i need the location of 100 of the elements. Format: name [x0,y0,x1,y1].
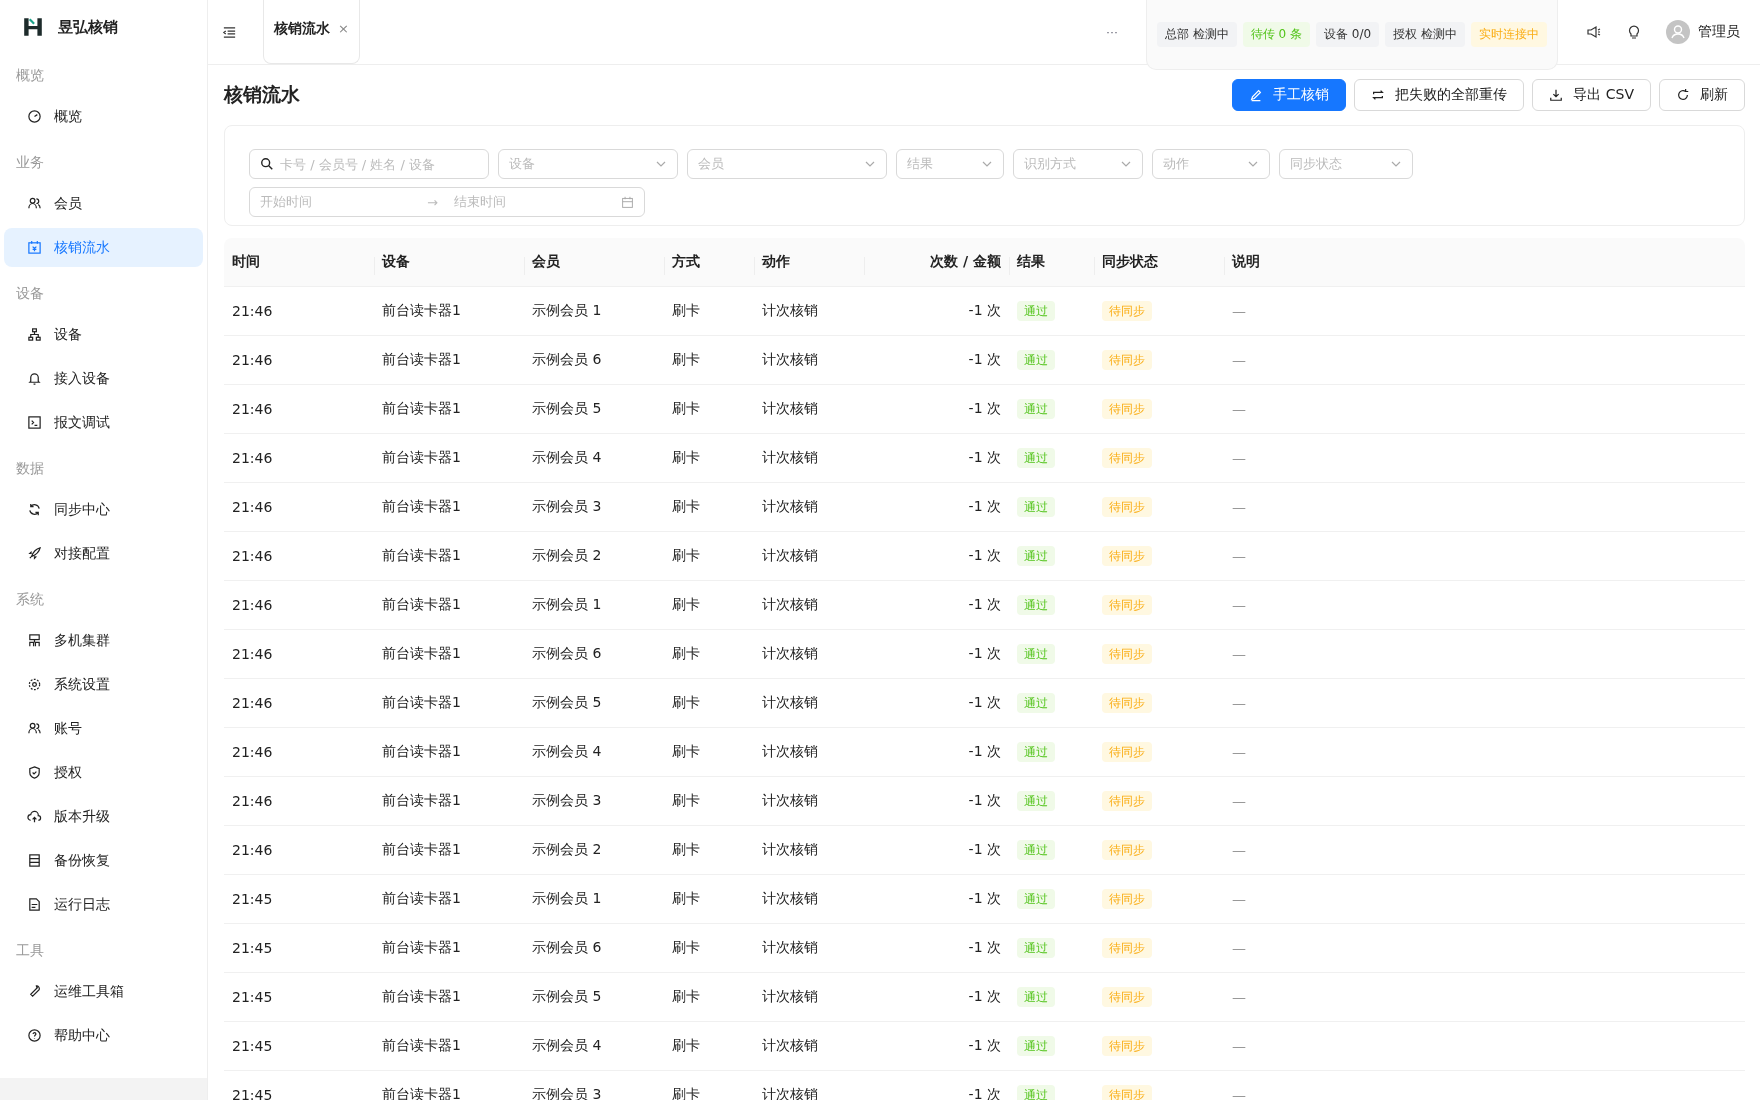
result-tag: 通过 [1017,595,1055,615]
table-cell: 示例会员 1 [532,890,602,906]
nav-item[interactable]: 授权 [4,753,203,792]
action-button[interactable]: 把失败的全部重传 [1354,79,1525,111]
close-icon[interactable]: × [338,21,349,36]
result-tag: 通过 [1017,546,1055,566]
table-cell: 刷卡 [672,645,700,661]
table-cell: 前台读卡器1 [382,351,461,367]
search-field[interactable]: 卡号 / 会员号 / 姓名 / 设备 [249,149,489,179]
result-tag: 通过 [1017,840,1055,860]
result-tag: 通过 [1017,1036,1055,1056]
table-cell: -1 次 [968,890,1001,906]
table-cell: 刷卡 [672,1037,700,1053]
table-cell: — [1232,450,1246,466]
sync-icon [27,502,42,517]
lightbulb-icon[interactable] [1626,24,1642,40]
user-name[interactable]: 管理员 [1698,23,1740,41]
nav-item[interactable]: 运行日志 [4,885,203,924]
table-cell: 刷卡 [672,792,700,808]
table-cell: 前台读卡器1 [382,400,461,416]
table-cell: 示例会员 6 [532,645,602,661]
table-cell: 计次核销 [762,694,818,710]
table-cell: 前台读卡器1 [382,1037,461,1053]
result-tag: 通过 [1017,399,1055,419]
table-cell: 刷卡 [672,302,700,318]
table-cell: 21:46 [232,450,273,466]
sync-status-tag: 待同步 [1102,399,1152,419]
table-cell: -1 次 [968,449,1001,465]
nav-item[interactable]: 同步中心 [4,490,203,529]
nav-item[interactable]: 核销流水 [4,228,203,267]
table-cell: 示例会员 3 [532,498,602,514]
nav-item[interactable]: 概览 [4,97,203,136]
settings-icon [27,677,42,692]
table-cell: -1 次 [968,400,1001,416]
action-button[interactable]: 导出 CSV [1532,79,1651,111]
sync-status-tag: 待同步 [1102,693,1152,713]
sync-status-tag: 待同步 [1102,497,1152,517]
table-cell: 21:45 [232,940,273,956]
nav-item[interactable]: 报文调试 [4,403,203,442]
menu-icon[interactable] [222,24,237,40]
nav-item[interactable]: 版本升级 [4,797,203,836]
table-cell: 前台读卡器1 [382,988,461,1004]
table-cell: 示例会员 5 [532,400,602,416]
table-cell: 21:46 [232,303,273,319]
table-cell: 21:46 [232,842,273,858]
sync-status-tag: 待同步 [1102,889,1152,909]
table-cell: — [1232,352,1246,368]
table-cell: 示例会员 6 [532,351,602,367]
table-cell: 示例会员 5 [532,694,602,710]
gauge-icon [27,109,42,124]
table-cell: 示例会员 6 [532,939,602,955]
status-chip: 授权 检测中 [1385,22,1465,47]
sync-status-tag: 待同步 [1102,546,1152,566]
nav-item[interactable]: 对接配置 [4,534,203,573]
table-cell: 计次核销 [762,596,818,612]
nav-item[interactable]: 会员 [4,184,203,223]
table-cell: 计次核销 [762,1037,818,1053]
table-cell: 计次核销 [762,351,818,367]
speaker-icon[interactable] [1586,24,1602,40]
table-cell: 计次核销 [762,645,818,661]
table-cell: 前台读卡器1 [382,890,461,906]
rocket-icon [27,546,42,561]
table-cell: 示例会员 4 [532,743,602,759]
page-tab[interactable]: 核销流水 × [263,0,360,64]
nav-item[interactable]: 帮助中心 [4,1016,203,1055]
nav-item[interactable]: 接入设备 [4,359,203,398]
result-tag: 通过 [1017,742,1055,762]
table-cell: 21:46 [232,352,273,368]
table-cell: 21:46 [232,548,273,564]
table-cell: 21:46 [232,793,273,809]
table-cell: 前台读卡器1 [382,449,461,465]
nav-group-title: 概览 [15,66,45,85]
table-cell: 21:46 [232,499,273,515]
table-cell: 计次核销 [762,547,818,563]
table-cell: 计次核销 [762,988,818,1004]
nav-item[interactable]: 设备 [4,315,203,354]
nav-item[interactable]: 账号 [4,709,203,748]
table-cell: -1 次 [968,1037,1001,1053]
sync-status-tag: 待同步 [1102,742,1152,762]
result-tag: 通过 [1017,1085,1055,1100]
nav-group-title: 工具 [15,941,45,960]
nav-item[interactable]: 多机集群 [4,621,203,660]
cloud-upload-icon [27,809,42,824]
sync-status-tag: 待同步 [1102,595,1152,615]
nav-item[interactable]: 运维工具箱 [4,972,203,1011]
nav-item[interactable]: 备份恢复 [4,841,203,880]
table-cell: — [1232,793,1246,809]
action-button[interactable]: 手工核销 [1232,79,1347,111]
table-cell: 刷卡 [672,890,700,906]
action-button[interactable]: 刷新 [1659,79,1745,111]
table-cell: 刷卡 [672,498,700,514]
status-chip: 待传 0 条 [1242,22,1311,47]
more-button[interactable]: ··· [1101,21,1122,43]
nav-item[interactable]: 系统设置 [4,665,203,704]
nav-group-title: 业务 [15,153,45,172]
table-cell: 计次核销 [762,400,818,416]
table-cell: 示例会员 2 [532,547,602,563]
table-cell: 刷卡 [672,596,700,612]
table-cell: 前台读卡器1 [382,694,461,710]
table-cell: — [1232,940,1246,956]
